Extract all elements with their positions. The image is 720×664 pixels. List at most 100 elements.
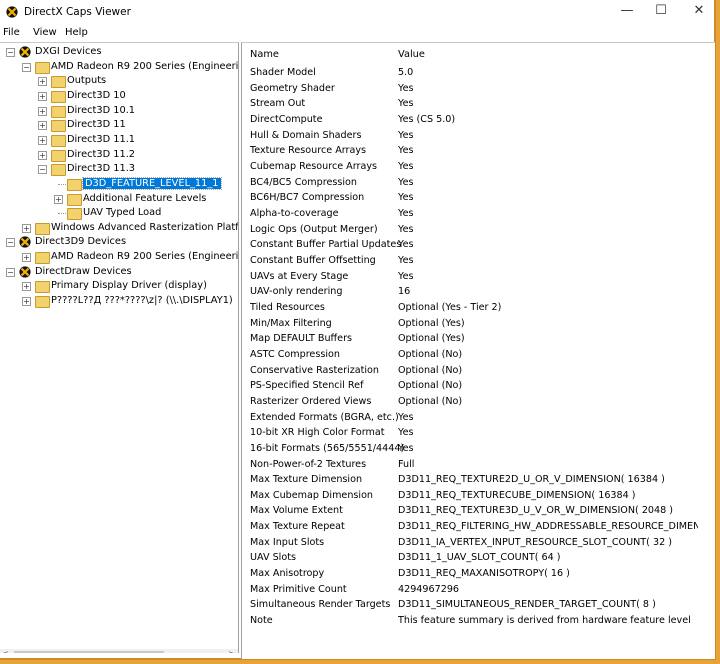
collapse-icon[interactable]: − bbox=[6, 48, 15, 57]
cap-value: Yes bbox=[398, 145, 414, 157]
tree-node[interactable]: − Direct3D9 Devices bbox=[0, 235, 238, 250]
expand-icon[interactable]: + bbox=[22, 297, 31, 307]
table-row[interactable]: Max Cubemap Dimension D3D11_REQ_TEXTURECU… bbox=[242, 490, 715, 506]
cap-name: Simultaneous Render Targets bbox=[250, 599, 391, 611]
tree-node[interactable]: D3D_FEATURE_LEVEL_11_1 bbox=[0, 176, 238, 192]
table-row[interactable]: UAV-only rendering 16 bbox=[242, 286, 715, 302]
table-row[interactable]: Non-Power-of-2 Textures Full bbox=[242, 459, 715, 475]
tree-node[interactable]: + Additional Feature Levels bbox=[0, 192, 238, 207]
table-row[interactable]: Simultaneous Render Targets D3D11_SIMULTA… bbox=[242, 599, 715, 615]
cap-name: Max Texture Dimension bbox=[250, 474, 363, 486]
table-row[interactable]: Max Volume Extent D3D11_REQ_TEXTURE3D_U_V… bbox=[242, 505, 715, 521]
cap-name: Cubemap Resource Arrays bbox=[250, 160, 378, 172]
column-header-name[interactable]: Name bbox=[250, 49, 279, 60]
tree-node-label: Direct3D 11.1 bbox=[67, 133, 136, 145]
table-row[interactable]: Map DEFAULT Buffers Optional (Yes) bbox=[242, 333, 715, 349]
tree-node[interactable]: + Direct3D 11 bbox=[0, 118, 238, 133]
table-row[interactable]: Conservative Rasterization Optional (No) bbox=[242, 365, 715, 381]
table-row[interactable]: UAV Slots D3D11_1_UAV_SLOT_COUNT( 64 ) bbox=[242, 552, 715, 568]
expand-icon[interactable]: + bbox=[54, 194, 63, 204]
expand-icon[interactable]: + bbox=[22, 253, 31, 263]
table-row[interactable]: Constant Buffer Partial Updates Yes bbox=[242, 239, 715, 255]
expand-icon[interactable]: + bbox=[38, 77, 47, 87]
table-row[interactable]: Max Texture Repeat D3D11_REQ_FILTERING_HW… bbox=[242, 521, 715, 537]
table-row[interactable]: Logic Ops (Output Merger) Yes bbox=[242, 224, 715, 240]
minimize-button[interactable]: — bbox=[612, 2, 642, 20]
table-row[interactable]: 16-bit Formats (565/5551/4444) Yes bbox=[242, 443, 715, 459]
table-row[interactable]: Stream Out Yes bbox=[242, 98, 715, 114]
table-row[interactable]: BC4/BC5 Compression Yes bbox=[242, 177, 715, 193]
tree-node[interactable]: + Direct3D 10 bbox=[0, 89, 238, 104]
expand-icon[interactable]: + bbox=[38, 91, 47, 101]
tree-node[interactable]: − Direct3D 11.3 bbox=[0, 162, 238, 177]
tree-node-label: AMD Radeon R9 200 Series (Engineering Sa bbox=[51, 60, 239, 72]
tree-node[interactable]: + AMD Radeon R9 200 Series (Engineering S… bbox=[0, 250, 238, 265]
table-row[interactable]: Shader Model 5.0 bbox=[242, 67, 715, 83]
table-row[interactable]: Constant Buffer Offsetting Yes bbox=[242, 255, 715, 271]
table-row[interactable]: DirectCompute Yes (CS 5.0) bbox=[242, 114, 715, 130]
tree-node[interactable]: + Direct3D 10.1 bbox=[0, 104, 238, 119]
expand-icon[interactable]: + bbox=[38, 121, 47, 131]
expand-icon[interactable]: + bbox=[38, 106, 47, 116]
table-row[interactable]: Extended Formats (BGRA, etc.) Yes bbox=[242, 412, 715, 428]
tree-node[interactable]: + Outputs bbox=[0, 74, 238, 89]
table-row[interactable]: Note This feature summary is derived from… bbox=[242, 615, 715, 631]
table-row[interactable]: Max Texture Dimension D3D11_REQ_TEXTURE2D… bbox=[242, 474, 715, 490]
table-row[interactable]: Texture Resource Arrays Yes bbox=[242, 145, 715, 161]
maximize-button[interactable]: ☐ bbox=[646, 2, 676, 20]
table-row[interactable]: 10-bit XR High Color Format Yes bbox=[242, 427, 715, 443]
table-row[interactable]: UAVs at Every Stage Yes bbox=[242, 271, 715, 287]
cap-name: Note bbox=[250, 615, 273, 627]
table-row[interactable]: ASTC Compression Optional (No) bbox=[242, 349, 715, 365]
tree-node[interactable]: − DirectDraw Devices bbox=[0, 265, 238, 280]
expand-icon[interactable]: + bbox=[22, 223, 31, 233]
tree-node[interactable]: + Direct3D 11.1 bbox=[0, 133, 238, 148]
table-row[interactable]: Rasterizer Ordered Views Optional (No) bbox=[242, 396, 715, 412]
cap-value: 5.0 bbox=[398, 67, 414, 78]
tree-node-label: Direct3D 11 bbox=[67, 119, 126, 131]
tree-node[interactable]: + P????L??Д ???*????\z|? (\\.\DISPLAY1) bbox=[0, 294, 238, 309]
table-row[interactable]: Geometry Shader Yes bbox=[242, 83, 715, 99]
menu-view[interactable]: View bbox=[33, 27, 57, 38]
table-row[interactable]: Min/Max Filtering Optional (Yes) bbox=[242, 318, 715, 334]
expand-icon[interactable]: + bbox=[22, 282, 31, 292]
table-row[interactable]: Cubemap Resource Arrays Yes bbox=[242, 161, 715, 177]
scroll-right-arrow[interactable]: > bbox=[228, 649, 235, 653]
cap-value: Yes (CS 5.0) bbox=[398, 113, 456, 125]
tree-node[interactable]: + Primary Display Driver (display) bbox=[0, 279, 238, 294]
tree-node[interactable]: − DXGI Devices bbox=[0, 45, 238, 60]
collapse-icon[interactable]: − bbox=[6, 238, 15, 248]
menu-file[interactable]: File bbox=[3, 27, 20, 38]
tree-node[interactable]: + Direct3D 11.2 bbox=[0, 148, 238, 163]
table-row[interactable]: PS-Specified Stencil Ref Optional (No) bbox=[242, 380, 715, 396]
title-bar[interactable]: DirectX Caps Viewer — ☐ ✕ bbox=[0, 0, 714, 24]
table-row[interactable]: Tiled Resources Optional (Yes - Tier 2) bbox=[242, 302, 715, 318]
collapse-icon[interactable]: − bbox=[38, 165, 47, 175]
scroll-left-arrow[interactable]: < bbox=[2, 649, 9, 653]
table-row[interactable]: Max Primitive Count 4294967296 bbox=[242, 584, 715, 600]
collapse-icon[interactable]: − bbox=[22, 62, 31, 72]
table-row[interactable]: BC6H/BC7 Compression Yes bbox=[242, 192, 715, 208]
expand-icon[interactable]: + bbox=[38, 135, 47, 145]
scroll-thumb[interactable] bbox=[14, 651, 164, 653]
folder-icon bbox=[35, 296, 50, 309]
table-row[interactable]: Max Input Slots D3D11_IA_VERTEX_INPUT_RES… bbox=[242, 537, 715, 553]
caps-list[interactable]: Name Value Shader Model 5.0 Geometry Shade… bbox=[241, 42, 715, 659]
tree-node-label: DirectDraw Devices bbox=[35, 265, 132, 277]
tree-node-label: UAV Typed Load bbox=[83, 207, 162, 219]
close-button[interactable]: ✕ bbox=[684, 2, 714, 20]
table-row[interactable]: Max Anisotropy D3D11_REQ_MAXANISOTROPY( 1… bbox=[242, 568, 715, 584]
tree-node[interactable]: + Windows Advanced Rasterization Platform bbox=[0, 221, 238, 236]
cap-value: Yes bbox=[398, 270, 414, 282]
cap-name: Max Cubemap Dimension bbox=[250, 489, 374, 501]
menu-help[interactable]: Help bbox=[65, 27, 88, 38]
tree-node[interactable]: − AMD Radeon R9 200 Series (Engineering S… bbox=[0, 60, 238, 75]
tree-horizontal-scrollbar[interactable]: < > bbox=[0, 649, 238, 653]
table-row[interactable]: Alpha-to-coverage Yes bbox=[242, 208, 715, 224]
column-header-value[interactable]: Value bbox=[398, 49, 425, 60]
device-tree[interactable]: − DXGI Devices − AMD Radeon R9 200 Series (… bbox=[0, 42, 239, 653]
tree-node[interactable]: UAV Typed Load bbox=[0, 206, 238, 221]
expand-icon[interactable]: + bbox=[38, 150, 47, 160]
table-row[interactable]: Hull & Domain Shaders Yes bbox=[242, 130, 715, 146]
collapse-icon[interactable]: − bbox=[6, 267, 15, 277]
